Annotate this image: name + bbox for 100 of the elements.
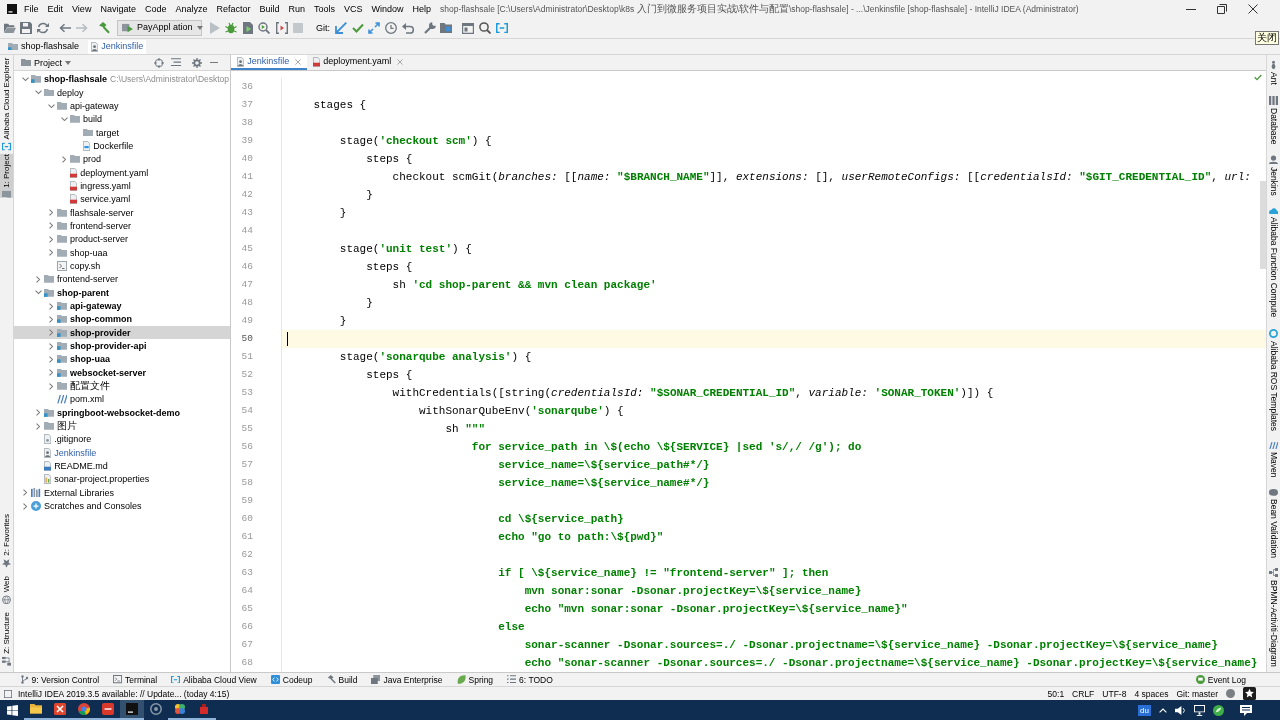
tool-window-button[interactable]: Event Log	[1195, 673, 1246, 686]
circle-icon[interactable]	[1226, 689, 1235, 698]
tool-window-tab[interactable]: Z: Structure	[0, 612, 13, 666]
tree-item[interactable]: 图片	[33, 419, 77, 433]
tool-window-tab[interactable]: Bean Validation	[1267, 488, 1280, 558]
menu-item[interactable]: Analyze	[175, 3, 208, 15]
tree-item[interactable]: Scratches and Consoles	[20, 499, 142, 513]
tool-window-button[interactable]: Build	[326, 673, 358, 686]
chevron-right-icon[interactable]	[36, 422, 41, 430]
tree-item[interactable]: README.md	[33, 459, 108, 473]
notification-icon[interactable]	[1240, 704, 1252, 716]
clock-icon[interactable]	[385, 22, 397, 34]
leaf-circle-icon[interactable]	[1213, 704, 1224, 716]
chevron-down-icon[interactable]	[35, 290, 42, 295]
view-selector[interactable]: Project	[34, 56, 71, 69]
minimize-icon[interactable]	[1185, 8, 1196, 10]
menu-item[interactable]: Help	[412, 3, 432, 15]
status-item[interactable]: CRLF	[1072, 687, 1095, 700]
magnifier-play-icon[interactable]	[258, 22, 270, 34]
start-icon[interactable]	[6, 704, 18, 716]
undo-icon[interactable]	[402, 22, 414, 34]
tree-item[interactable]: External Libraries	[20, 486, 115, 500]
hammer-icon[interactable]	[98, 22, 110, 34]
monitor-icon[interactable]	[1194, 704, 1205, 716]
chevron-down-icon[interactable]	[48, 103, 55, 109]
tree-item[interactable]: shop-flashsale	[20, 72, 108, 86]
folder-open-icon[interactable]	[4, 22, 16, 34]
tool-window-tab[interactable]: Ant	[1267, 60, 1280, 85]
chevron-right-icon[interactable]	[36, 275, 41, 283]
tree-item[interactable]: 配置文件	[46, 379, 110, 393]
chevron-right-icon[interactable]	[62, 155, 67, 163]
tool-window-tab[interactable]: Maven	[1267, 441, 1280, 478]
tree-item[interactable]: api-gateway	[46, 99, 119, 113]
tree-item[interactable]: deployment.yaml	[59, 165, 149, 180]
tree-item[interactable]: springboot-websocket-demo	[33, 406, 180, 420]
scrollbar-thumb[interactable]	[1260, 181, 1266, 269]
breadcrumb[interactable]: Jenkinsfile	[88, 39, 147, 54]
menu-item[interactable]: Run	[288, 3, 305, 15]
tree-item[interactable]: pom.xml	[46, 392, 104, 407]
tree-item[interactable]: Dockerfile	[72, 139, 134, 153]
status-item[interactable]: Git: master	[1176, 687, 1218, 700]
tree-item[interactable]: api-gateway	[46, 299, 122, 313]
editor-tab[interactable]: Jenkinsfile	[231, 55, 308, 70]
menu-item[interactable]: VCS	[344, 3, 363, 15]
close-icon[interactable]	[1247, 4, 1258, 14]
chevron-right-icon[interactable]	[49, 222, 54, 230]
tree-item[interactable]: frontend-server	[33, 272, 119, 286]
chevron-right-icon[interactable]	[49, 315, 54, 323]
chevron-right-icon[interactable]	[23, 489, 28, 497]
chevron-right-icon[interactable]	[49, 355, 54, 363]
menu-item[interactable]: Navigate	[100, 3, 136, 15]
breadcrumb[interactable]: shop-flashsale	[5, 39, 83, 54]
tree-item[interactable]: websocket-server	[46, 366, 147, 380]
tool-window-button[interactable]: Spring	[456, 673, 494, 686]
wrench-icon[interactable]	[424, 22, 436, 34]
lines-icon[interactable]	[171, 58, 181, 67]
chevron-right-icon[interactable]	[49, 329, 54, 337]
restore-icon[interactable]	[1216, 4, 1227, 14]
tool-window-tab[interactable]: 1: Project	[0, 154, 13, 199]
editor-tab[interactable]: deployment.yaml	[307, 55, 410, 70]
tool-window-tab[interactable]: BPMN-Activiti-Diagram	[1267, 568, 1280, 668]
chevron-down-icon[interactable]	[35, 90, 42, 95]
tool-window-tab[interactable]: Alibaba Function Compute	[1267, 207, 1280, 318]
diagonal-arrows-icon[interactable]	[368, 22, 380, 34]
tree-item[interactable]: shop-parent	[33, 286, 109, 300]
menu-item[interactable]: Code	[144, 3, 167, 15]
tree-item[interactable]: shop-provider	[14, 326, 230, 340]
sync-icon[interactable]	[37, 22, 49, 34]
search-icon[interactable]	[479, 22, 491, 34]
tree-item[interactable]: target	[72, 125, 119, 140]
bracket-play-icon[interactable]	[276, 22, 288, 34]
chevron-right-icon[interactable]	[49, 249, 54, 257]
bracket-icon[interactable]	[496, 22, 508, 34]
tree-item[interactable]: product-server	[46, 232, 129, 246]
menu-item[interactable]: File	[24, 3, 39, 15]
tool-window-tab[interactable]: 2: Favorites	[0, 514, 13, 568]
chevron-down-icon[interactable]	[22, 77, 29, 82]
chevron-right-icon[interactable]	[49, 302, 54, 310]
tool-window-button[interactable]: 6: TODO	[507, 673, 553, 686]
speaker-icon[interactable]	[1175, 704, 1186, 716]
chevron-right-icon[interactable]	[23, 502, 28, 510]
window-icon[interactable]	[462, 22, 474, 34]
chevron-right-icon[interactable]	[49, 209, 54, 217]
file-play-icon[interactable]	[242, 22, 254, 34]
menu-item[interactable]: Edit	[47, 3, 64, 15]
run-config-dropdown[interactable]: PayAppl ation	[117, 20, 202, 36]
chevron-right-icon[interactable]	[36, 409, 41, 417]
tool-window-button[interactable]: Terminal	[113, 673, 158, 686]
tree-item[interactable]: ingress.yaml	[59, 179, 131, 193]
crosshair-icon[interactable]	[154, 57, 164, 68]
tree-item[interactable]: build	[59, 112, 102, 126]
tree-item[interactable]: prod	[59, 152, 101, 166]
tool-window-tab[interactable]: Alibaba Cloud Explorer	[0, 58, 13, 151]
tree-item[interactable]: service.yaml	[59, 192, 131, 206]
down-left-arrow-icon[interactable]	[335, 22, 347, 34]
tree-item[interactable]: shop-uaa	[46, 352, 110, 367]
tree-item[interactable]: frontend-server	[46, 219, 132, 233]
tool-window-button[interactable]: Codeup	[270, 673, 313, 686]
tool-window-tab[interactable]: Alibaba ROS Templates	[1267, 328, 1280, 431]
tree-item[interactable]: copy.sh	[46, 259, 101, 273]
